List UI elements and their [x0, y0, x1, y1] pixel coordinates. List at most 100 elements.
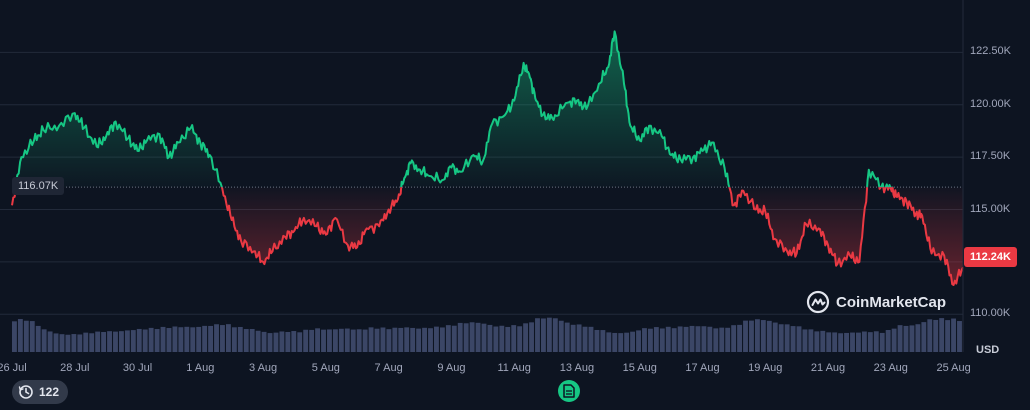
- currency-label: USD: [976, 344, 1000, 356]
- volume-bar: [166, 328, 172, 352]
- x-tick-label: 3 Aug: [249, 362, 278, 374]
- volume-bar: [380, 327, 386, 352]
- x-tick-label: 25 Aug: [936, 362, 971, 374]
- volume-bar: [160, 326, 166, 352]
- volume-bar: [766, 320, 772, 352]
- volume-bar: [743, 320, 748, 352]
- volume-bar: [309, 329, 315, 352]
- x-tick-label: 13 Aug: [559, 362, 595, 374]
- news-marker-button[interactable]: [558, 380, 580, 402]
- volume-bar: [208, 325, 214, 352]
- volume-bar: [820, 330, 826, 352]
- volume-bar: [71, 334, 77, 352]
- volume-bar: [475, 322, 481, 352]
- volume-bar: [778, 324, 784, 352]
- area-fill-up: [12, 31, 963, 188]
- volume-bar: [368, 327, 374, 352]
- volume-bar: [231, 327, 237, 352]
- price-chart[interactable]: [0, 0, 1030, 410]
- volume-bar: [677, 326, 683, 352]
- y-tick-label: 117.50K: [970, 150, 1011, 163]
- volume-bar: [398, 327, 404, 352]
- volume-bar: [65, 334, 71, 352]
- volume-bar: [683, 326, 689, 352]
- volume-bar: [83, 332, 89, 352]
- volume-bar: [939, 318, 945, 352]
- volume-bar: [184, 326, 190, 352]
- volume-bar: [558, 320, 564, 352]
- volume-bar: [921, 322, 927, 352]
- volume-bar: [582, 326, 588, 352]
- volume-bar: [374, 328, 380, 352]
- volume-bar: [297, 332, 303, 352]
- volume-bar: [59, 334, 65, 352]
- volume-bar: [570, 324, 576, 352]
- volume-bar: [142, 329, 148, 352]
- volume-bar: [386, 329, 392, 352]
- volume-bar: [606, 332, 612, 352]
- volume-bar: [291, 331, 297, 352]
- volume-bar: [951, 318, 956, 352]
- volume-bar: [588, 326, 594, 352]
- x-tick-label: 28 Jul: [60, 362, 90, 374]
- volume-bar: [463, 323, 469, 352]
- volume-bar: [416, 328, 422, 352]
- volume-bar: [594, 329, 600, 352]
- volume-bar: [701, 326, 707, 352]
- volume-bar: [933, 319, 939, 352]
- volume-bar: [695, 326, 701, 352]
- volume-bar: [671, 328, 677, 352]
- volume-bar: [445, 325, 451, 352]
- volume-bar: [624, 332, 630, 352]
- volume-bar: [838, 333, 844, 352]
- volume-bar: [760, 320, 766, 352]
- reference-price-badge: 116.07K: [12, 177, 65, 195]
- volume-bar: [665, 326, 671, 352]
- volume-bar: [196, 326, 202, 352]
- volume-bar: [546, 317, 552, 352]
- volume-bar: [434, 326, 439, 352]
- x-tick-label: 5 Aug: [311, 362, 340, 374]
- x-tick-label: 9 Aug: [437, 362, 466, 374]
- volume-bar: [29, 321, 35, 352]
- volume-bar: [754, 319, 760, 352]
- volume-bar: [505, 326, 511, 352]
- volume-bar: [867, 332, 873, 352]
- volume-bar: [124, 330, 130, 352]
- volume-bar: [214, 324, 219, 352]
- volume-bar: [321, 329, 326, 352]
- volume-bar: [790, 326, 796, 352]
- volume-bar: [237, 326, 243, 352]
- x-tick-label: 23 Aug: [873, 362, 908, 374]
- x-tick-label: 26 Jul: [0, 362, 27, 374]
- volume-bars: [12, 317, 962, 352]
- volume-bar: [552, 318, 558, 352]
- volume-bar: [612, 332, 618, 352]
- volume-bar: [885, 329, 891, 352]
- volume-bar: [35, 325, 41, 352]
- volume-bar: [850, 332, 855, 352]
- x-tick-label: 11 Aug: [497, 362, 531, 374]
- volume-bar: [879, 332, 885, 352]
- volume-bar: [118, 331, 124, 352]
- coinmarketcap-logo-icon: [806, 290, 830, 314]
- volume-bar: [630, 331, 636, 352]
- volume-bar: [95, 331, 101, 352]
- volume-bar: [737, 324, 743, 352]
- history-events-button[interactable]: 122: [12, 380, 69, 404]
- volume-bar: [469, 322, 475, 352]
- volume-bar: [350, 329, 356, 352]
- volume-bar: [154, 329, 160, 352]
- y-tick-label: 122.50K: [970, 45, 1011, 58]
- volume-bar: [618, 333, 624, 352]
- volume-bar: [279, 331, 285, 352]
- x-tick-label: 7 Aug: [374, 362, 403, 374]
- volume-bar: [338, 328, 344, 352]
- volume-bar: [172, 326, 178, 352]
- volume-bar: [202, 325, 208, 352]
- volume-bar: [659, 328, 665, 352]
- x-tick-label: 15 Aug: [622, 362, 657, 374]
- price-series: [11, 30, 964, 286]
- event-count: 122: [39, 385, 60, 399]
- volume-bar: [89, 333, 95, 352]
